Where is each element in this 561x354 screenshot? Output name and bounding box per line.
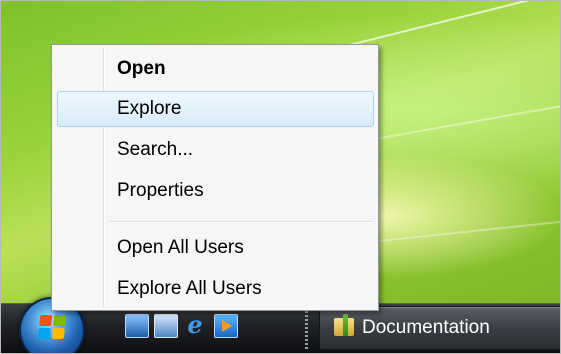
context-menu: Open Explore Search... Properties Open A… [51,44,379,311]
menu-separator [109,221,373,223]
media-player-icon[interactable] [214,314,238,338]
menu-item-explore[interactable]: Explore [57,91,374,127]
menu-item-explore-all-users[interactable]: Explore All Users [57,271,374,307]
folder-icon [334,314,354,336]
switch-windows-icon[interactable] [154,314,178,338]
internet-explorer-icon[interactable]: e [184,313,206,337]
documentation-taskbar-button[interactable]: Documentation [319,306,560,350]
menu-item-properties[interactable]: Properties [57,173,374,209]
menu-item-open[interactable]: Open [57,51,374,87]
taskbar-divider [305,307,308,351]
windows-logo-icon [37,315,67,339]
menu-item-search[interactable]: Search... [57,132,374,168]
show-desktop-icon[interactable] [125,314,149,338]
screenshot-frame: e Documentation Open Explore Search... P… [0,0,561,354]
taskbar-button-label: Documentation [362,317,490,338]
menu-item-open-all-users[interactable]: Open All Users [57,230,374,266]
